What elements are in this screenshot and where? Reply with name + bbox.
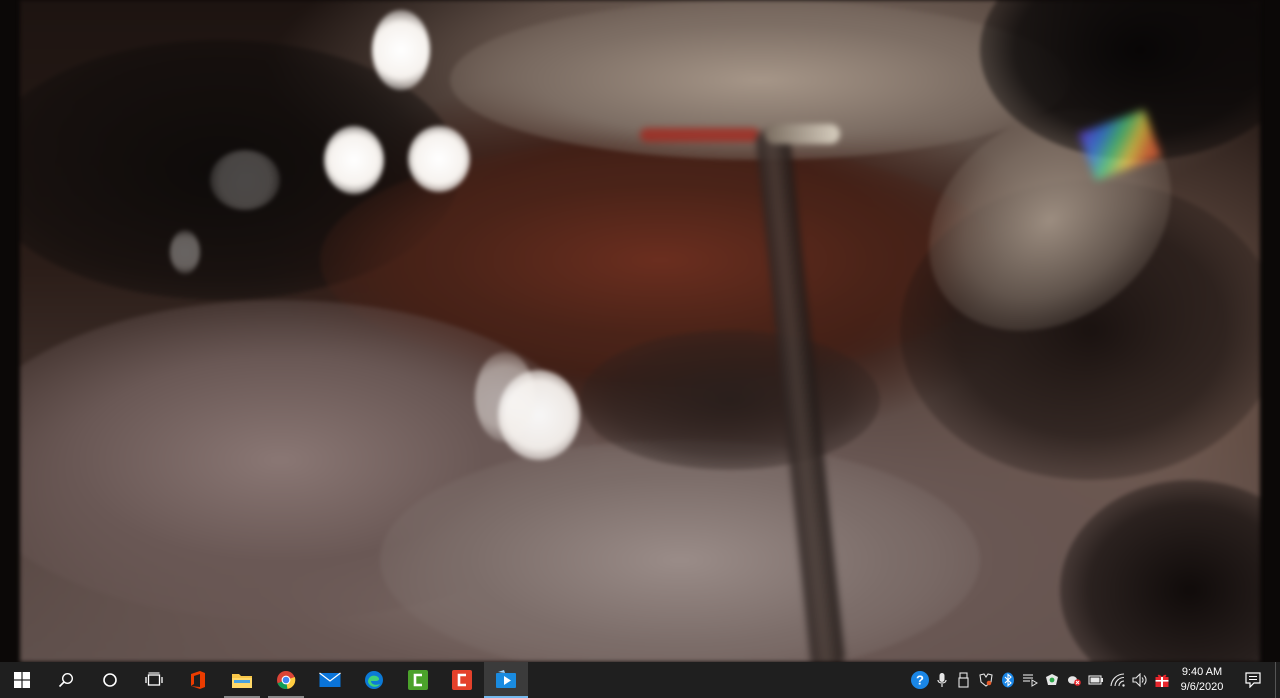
- media-player-app[interactable]: [484, 662, 528, 698]
- start-button[interactable]: [0, 662, 44, 698]
- instrument-tip: [765, 124, 840, 144]
- light-reflection: [170, 230, 200, 274]
- light-reflection: [475, 352, 535, 442]
- microphone-icon[interactable]: [931, 662, 953, 698]
- notification-icon: [1245, 672, 1261, 688]
- search-button[interactable]: [44, 662, 88, 698]
- svg-text:?: ?: [916, 673, 924, 688]
- edge-icon: [365, 671, 383, 689]
- gift-icon[interactable]: [1151, 662, 1173, 698]
- light-reflection: [324, 126, 384, 194]
- light-reflection: [210, 150, 280, 210]
- bluetooth-icon[interactable]: [997, 662, 1019, 698]
- system-tray: ? 9:40 AM 9/6/2020: [909, 662, 1280, 698]
- taskbar: ? 9:40 AM 9/6/2020: [0, 662, 1280, 698]
- help-icon[interactable]: ?: [909, 662, 931, 698]
- show-desktop-button[interactable]: [1275, 662, 1280, 698]
- camtasia-app[interactable]: [440, 662, 484, 698]
- office-icon: [191, 671, 205, 689]
- office-app[interactable]: [176, 662, 220, 698]
- wifi-icon[interactable]: [1107, 662, 1129, 698]
- mail-icon: [319, 672, 341, 687]
- file-explorer-app[interactable]: [220, 662, 264, 698]
- surgical-video-frame[interactable]: [20, 0, 1260, 662]
- volume-icon[interactable]: [1129, 662, 1151, 698]
- light-reflection: [372, 10, 430, 90]
- chrome-app[interactable]: [264, 662, 308, 698]
- search-icon: [58, 672, 74, 688]
- light-reflection: [408, 126, 470, 192]
- camtasia-recorder-app[interactable]: [396, 662, 440, 698]
- windows-logo-icon: [14, 672, 30, 688]
- clock[interactable]: 9:40 AM 9/6/2020: [1173, 662, 1231, 698]
- action-center-button[interactable]: [1231, 662, 1275, 698]
- task-view-button[interactable]: [132, 662, 176, 698]
- task-view-icon: [145, 672, 163, 686]
- camtasia-red-icon: [452, 670, 472, 690]
- security-icon[interactable]: [1063, 662, 1085, 698]
- camtasia-green-icon: [408, 670, 428, 690]
- mail-app[interactable]: [308, 662, 352, 698]
- cortana-button[interactable]: [88, 662, 132, 698]
- edge-app[interactable]: [352, 662, 396, 698]
- sync-icon[interactable]: [1041, 662, 1063, 698]
- circle-icon: [103, 673, 117, 687]
- folder-icon: [232, 674, 252, 688]
- touch-keyboard-icon[interactable]: [1019, 662, 1041, 698]
- desktop: [0, 0, 1280, 662]
- chrome-icon: [277, 671, 296, 690]
- clock-date: 9/6/2020: [1180, 681, 1224, 693]
- shield-icon[interactable]: [975, 662, 997, 698]
- clock-time: 9:40 AM: [1181, 666, 1223, 678]
- media-player-icon: [496, 670, 516, 688]
- usb-icon[interactable]: [953, 662, 975, 698]
- battery-icon[interactable]: [1085, 662, 1107, 698]
